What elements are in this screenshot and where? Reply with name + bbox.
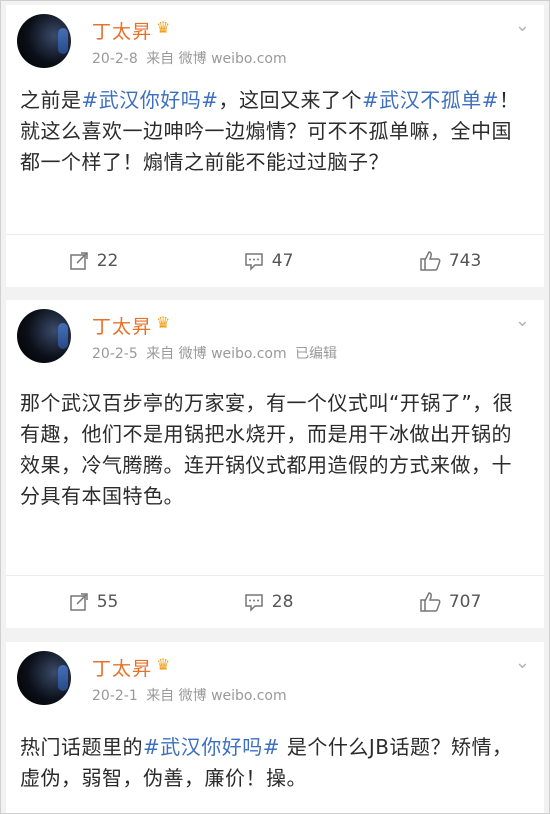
like-count: 707 [448,592,482,612]
post-text: 热门话题里的#武汉你好吗# 是个什么JB话题？矫情，虚伪，弱智，伪善，廉价！操。 [20,732,530,794]
chevron-down-icon[interactable]: ⌄ [515,15,530,36]
post-source: 来自 微博 weibo.com [146,688,287,704]
crown-icon: ♛ [156,18,171,37]
post-actions: 22 47 743 [6,234,544,287]
repost-button[interactable]: 22 [69,251,119,271]
comment-icon [245,594,263,612]
post-meta: 20-2-5 来自 微博 weibo.com 已编辑 [92,343,341,363]
comment-count: 28 [271,592,294,612]
thumbs-up-icon [420,251,441,271]
text-segment: 之前是 [20,88,82,112]
avatar[interactable] [17,14,71,68]
comment-icon [245,253,263,271]
weibo-post: 丁太昇 ♛ 20-2-8 来自 微博 weibo.com ⌄ 之前是#武汉你好吗… [6,5,544,287]
avatar[interactable] [17,309,71,363]
post-meta: 20-2-8 来自 微博 weibo.com [92,48,291,68]
repost-count: 22 [96,251,119,271]
like-button[interactable]: 743 [419,251,481,271]
post-source: 来自 微博 weibo.com [146,51,287,67]
crown-icon: ♛ [156,313,171,332]
post-text: 之前是#武汉你好吗#，这回又来了个#武汉不孤单#！就这么喜欢一边呻吟一边煽情？可… [20,85,530,178]
repost-button[interactable]: 55 [69,592,119,612]
author-name[interactable]: 丁太昇 [92,17,152,44]
hashtag-link[interactable]: #武汉你好吗# [82,88,219,112]
edited-label[interactable]: 已编辑 [295,346,337,362]
chevron-down-icon[interactable]: ⌄ [515,310,530,331]
comment-button[interactable]: 28 [244,592,294,612]
repost-icon [69,593,88,611]
post-source: 来自 微博 weibo.com [146,346,287,362]
avatar[interactable] [17,651,71,705]
repost-count: 55 [96,592,119,612]
crown-icon: ♛ [156,655,171,674]
thumbs-up-icon [420,592,441,612]
weibo-post: 丁太昇 ♛ 20-2-5 来自 微博 weibo.com 已编辑 ⌄ 那个武汉百… [6,300,544,628]
text-segment: 那个武汉百步亭的万家宴，有一个仪式叫“开锅了”，很有趣，他们不是用锅把水烧开，而… [20,391,514,508]
chevron-down-icon[interactable]: ⌄ [515,652,530,673]
like-button[interactable]: 707 [419,592,481,612]
comment-button[interactable]: 47 [244,251,294,271]
author-name[interactable]: 丁太昇 [92,654,152,681]
post-text: 那个武汉百步亭的万家宴，有一个仪式叫“开锅了”，很有趣，他们不是用锅把水烧开，而… [20,388,530,512]
author-name[interactable]: 丁太昇 [92,312,152,339]
like-count: 743 [448,251,482,271]
post-date[interactable]: 20-2-5 [92,346,138,362]
hashtag-link[interactable]: #武汉不孤单# [362,88,499,112]
feed: 丁太昇 ♛ 20-2-8 来自 微博 weibo.com ⌄ 之前是#武汉你好吗… [0,0,550,814]
comment-count: 47 [271,251,294,271]
hashtag-link[interactable]: #武汉你好吗# [143,735,280,759]
repost-icon [69,252,88,270]
text-segment: 热门话题里的 [20,735,143,759]
post-date[interactable]: 20-2-1 [92,688,138,704]
post-meta: 20-2-1 来自 微博 weibo.com [92,685,291,705]
post-actions: 55 28 707 [6,575,544,628]
weibo-post: 丁太昇 ♛ 20-2-1 来自 微博 weibo.com ⌄ 热门话题里的#武汉… [6,642,544,813]
text-segment: ，这回又来了个 [218,88,363,112]
post-date[interactable]: 20-2-8 [92,51,138,67]
